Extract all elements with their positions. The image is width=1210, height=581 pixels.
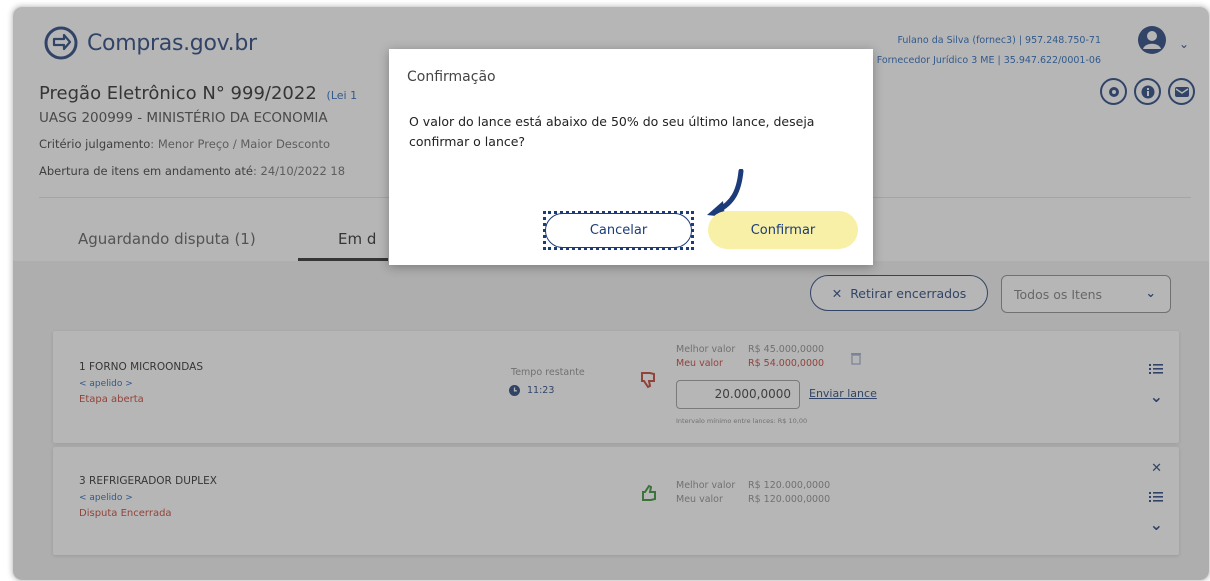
dialog-title: Confirmação (407, 69, 496, 85)
cancel-button[interactable]: Cancelar (545, 213, 692, 248)
app-window: Compras.gov.br Fulano da Silva (fornec3)… (12, 6, 1210, 581)
dialog-message: O valor do lance está abaixo de 50% do s… (409, 114, 815, 149)
confirm-button[interactable]: Confirmar (708, 211, 858, 249)
confirmation-dialog: Confirmação O valor do lance está abaixo… (389, 49, 873, 265)
